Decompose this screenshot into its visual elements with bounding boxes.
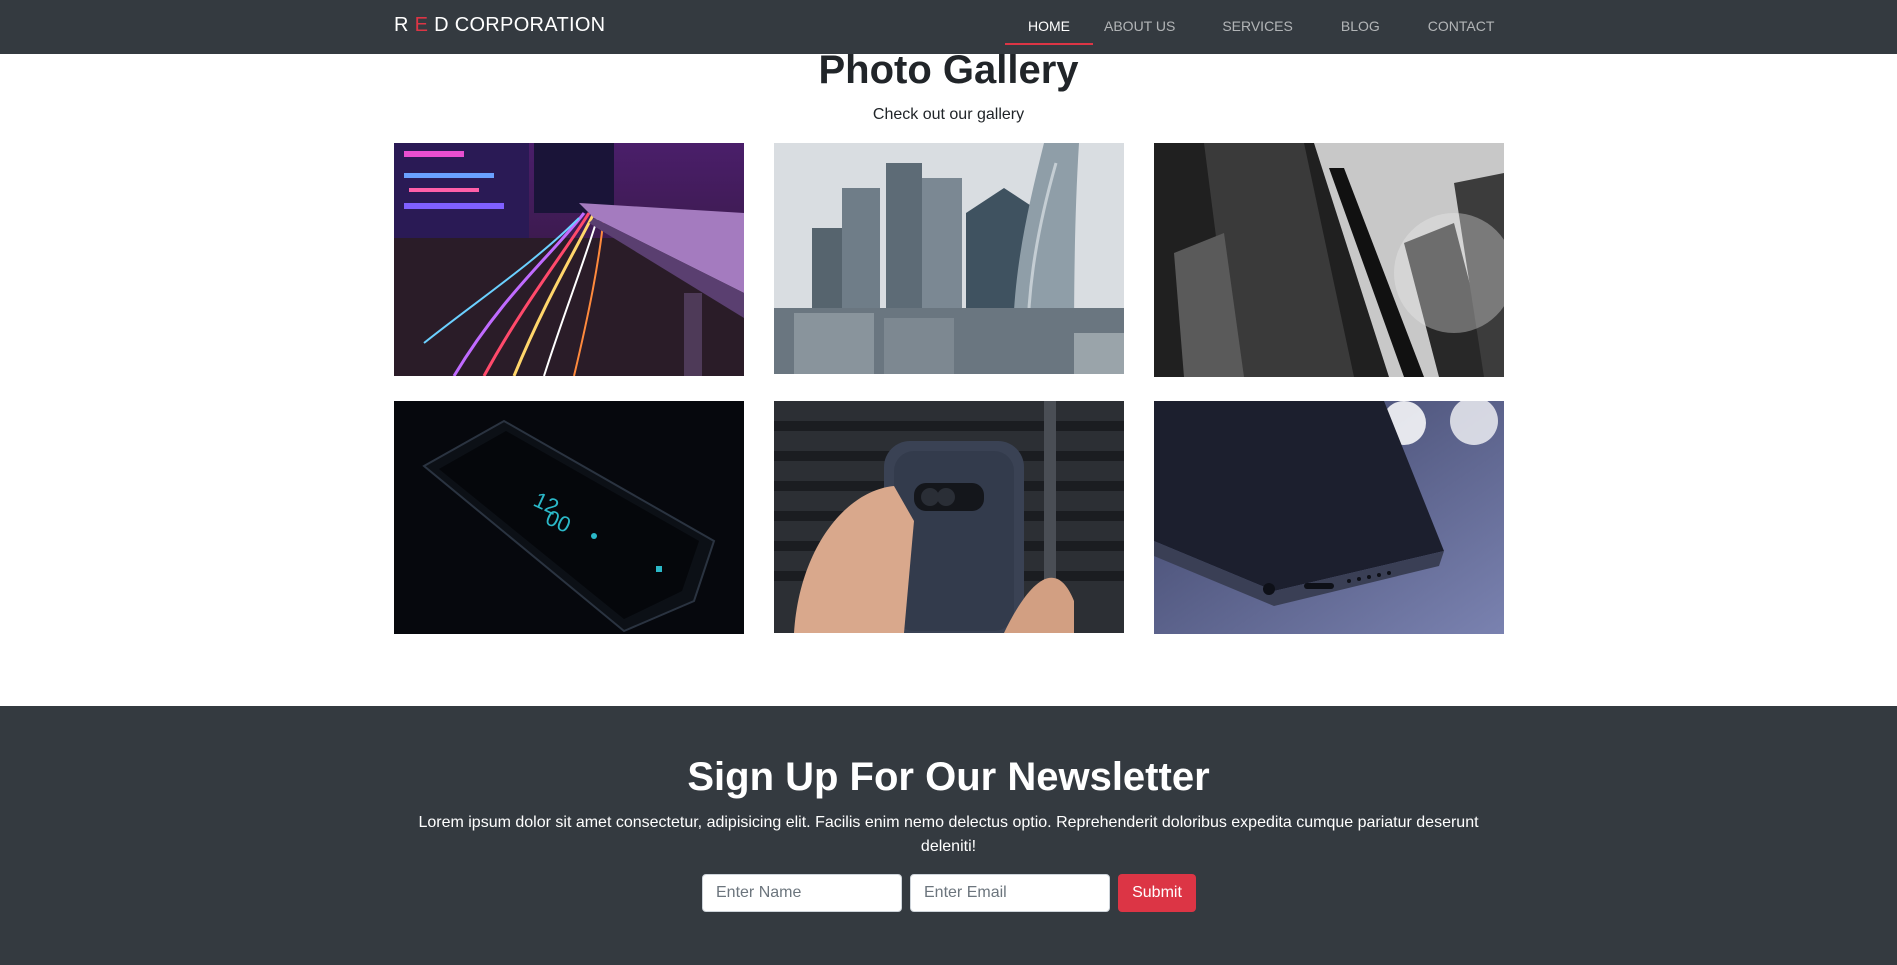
gallery-subtitle: Check out our gallery [872, 106, 1025, 123]
nav-home-link[interactable]: HOME [1005, 0, 1093, 54]
name-input[interactable] [702, 874, 902, 912]
navbar: R E D CORPORATION HOME ABOUT US SERVICES… [0, 0, 1897, 54]
brand-text-end: D CORPORATION [428, 14, 606, 36]
submit-button[interactable]: Submit [1118, 874, 1196, 912]
newsletter-section: Sign Up For Our Newsletter Lorem ipsum d… [0, 706, 1897, 965]
main-nav: HOME ABOUT US SERVICES BLOG CONTACT [1005, 0, 1494, 54]
newsletter-description: Lorem ipsum dolor sit amet consectetur, … [418, 814, 1479, 855]
gallery-image-iphone[interactable] [1154, 401, 1504, 634]
gallery-title: Photo Gallery [818, 48, 1079, 92]
nav-services-link[interactable]: SERVICES [1222, 0, 1293, 54]
gallery-image-hand-phone[interactable] [774, 401, 1124, 633]
gallery-image-grayscale-buildings[interactable] [1154, 143, 1504, 377]
brand-text-start: R [394, 14, 415, 36]
nav-blog-link[interactable]: BLOG [1341, 0, 1380, 54]
gallery-image-city-night[interactable] [394, 143, 744, 376]
brand-text-accent: E [414, 14, 429, 36]
newsletter-title: Sign Up For Our Newsletter [687, 755, 1210, 799]
gallery-image-skyscrapers[interactable] [774, 143, 1124, 374]
nav-contact-link[interactable]: CONTACT [1428, 0, 1495, 54]
brand-logo[interactable]: R E D CORPORATION [394, 14, 605, 37]
email-input[interactable] [910, 874, 1110, 912]
nav-about-link[interactable]: ABOUT US [1104, 0, 1175, 54]
gallery-image-dark-phone[interactable]: 12 00 [394, 401, 744, 634]
